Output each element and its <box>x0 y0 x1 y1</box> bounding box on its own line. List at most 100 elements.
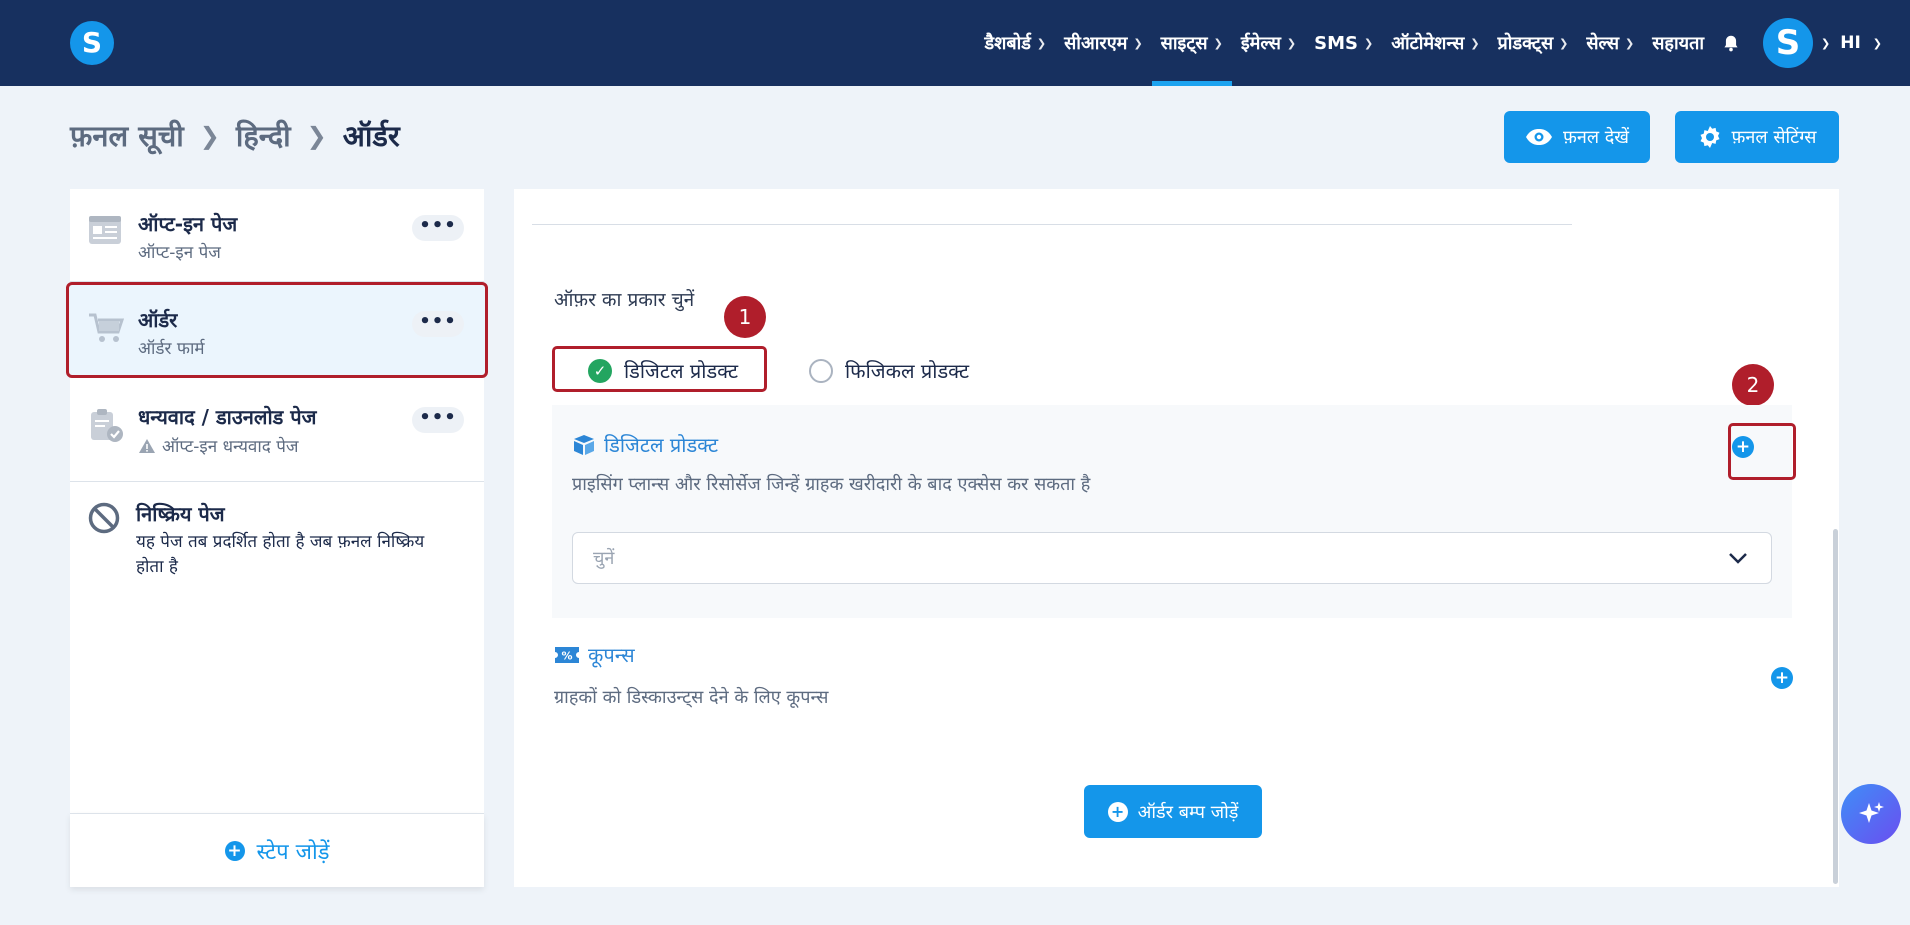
box-icon <box>574 434 594 455</box>
clipboard-check-icon <box>91 409 123 442</box>
funnel-settings-button[interactable]: फ़नल सेटिंग्स <box>1675 111 1839 163</box>
step-opt-in[interactable]: ऑप्ट-इन पेज ऑप्ट-इन पेज ••• <box>70 189 484 281</box>
scrollbar[interactable] <box>1833 529 1838 884</box>
physical-product-radio[interactable]: फिजिकल प्रोडक्ट <box>809 357 969 384</box>
cart-icon <box>89 313 124 342</box>
step-title: ऑर्डर <box>138 308 178 332</box>
section-title-text: डिजिटल प्रोडक्ट <box>604 433 719 457</box>
order-settings-panel: ऑफ़र का प्रकार चुनें 1 ✓ डिजिटल प्रोडक्ट… <box>514 189 1839 887</box>
add-step-label: स्टेप जोड़ें <box>256 839 330 865</box>
coupons-title-text: कूपन्स <box>588 643 635 667</box>
nav-item-sites[interactable]: साइट्स ❯ <box>1151 0 1232 86</box>
breadcrumb-current: ऑर्डर <box>342 119 400 153</box>
radio-unchecked-icon <box>809 358 833 383</box>
digital-product-select[interactable]: चुनें <box>572 532 1772 584</box>
nav-label: ईमेल्स <box>1240 33 1281 54</box>
top-navigation-bar: S डैशबोर्ड ❯ सीआरएम ❯ साइट्स ❯ ईमेल्स ❯ SMS ❯… <box>0 0 1910 86</box>
ban-icon <box>88 502 120 534</box>
step-title: धन्यवाद / डाउनलोड पेज <box>138 405 317 429</box>
divider <box>532 224 1572 225</box>
language-selector[interactable]: HI ❯ <box>1840 33 1882 53</box>
add-coupon-button[interactable]: + <box>1771 667 1793 689</box>
step-title: ऑप्ट-इन पेज <box>138 212 238 236</box>
add-order-bump-label: ऑर्डर बम्प जोड़ें <box>1137 801 1239 823</box>
chevron-down-icon: ❯ <box>1559 36 1569 50</box>
coupon-icon: % <box>555 646 579 663</box>
chevron-down-icon[interactable]: ❯ <box>1821 37 1830 50</box>
gear-icon <box>1700 126 1720 148</box>
ai-assistant-button[interactable] <box>1841 784 1901 844</box>
step-subtitle-row: ऑप्ट-इन धन्यवाद पेज <box>138 434 299 457</box>
eye-icon <box>1525 129 1552 145</box>
chevron-down-icon <box>1729 553 1747 564</box>
step-subtitle: ऑप्ट-इन धन्यवाद पेज <box>162 437 299 457</box>
nav-item-crm[interactable]: सीआरएम ❯ <box>1055 0 1152 86</box>
nav-label: डैशबोर्ड <box>984 33 1031 54</box>
chevron-down-icon: ❯ <box>1470 36 1480 50</box>
view-funnel-button[interactable]: फ़नल देखें <box>1504 111 1650 163</box>
nav-label: प्रोडक्ट्स <box>1497 33 1554 54</box>
notifications-button[interactable] <box>1713 0 1749 86</box>
funnel-steps-sidebar: ऑप्ट-इन पेज ऑप्ट-इन पेज ••• ऑर्डर ऑर्डर … <box>66 189 488 887</box>
app-logo[interactable]: S <box>70 21 114 65</box>
nav-item-sales[interactable]: सेल्स ❯ <box>1577 0 1643 86</box>
bell-icon <box>1724 35 1738 52</box>
plus-circle-icon: + <box>1107 801 1128 822</box>
nav-label: सहायता <box>1652 33 1704 54</box>
page-layout-icon <box>89 216 121 244</box>
step-title: निष्क्रिय पेज <box>136 502 225 526</box>
step-subtitle: ऑर्डर फार्म <box>138 339 205 359</box>
chevron-down-icon: ❯ <box>1213 36 1223 50</box>
funnel-settings-label: फ़नल सेटिंग्स <box>1731 127 1817 148</box>
coupons-description: ग्राहकों को डिस्काउन्ट्स देने के लिए कूप… <box>554 687 829 708</box>
add-order-bump-button[interactable]: + ऑर्डर बम्प जोड़ें <box>1084 785 1262 838</box>
add-step-button[interactable]: + स्टेप जोड़ें <box>70 813 484 887</box>
view-funnel-label: फ़नल देखें <box>1562 127 1630 148</box>
user-avatar[interactable]: S <box>1763 18 1813 68</box>
step-thank-you[interactable]: धन्यवाद / डाउनलोड पेज ऑप्ट-इन धन्यवाद पे… <box>70 383 484 475</box>
nav-label: साइट्स <box>1160 33 1208 54</box>
chevron-down-icon: ❯ <box>1133 36 1143 50</box>
step-desc-line1: यह पेज तब प्रदर्शित होता है जब फ़नल निष्… <box>136 532 425 552</box>
step-subtitle: ऑप्ट-इन पेज <box>138 243 221 263</box>
nav-item-dashboard[interactable]: डैशबोर्ड ❯ <box>975 0 1055 86</box>
breadcrumb: फ़नल सूची ❯ हिन्दी ❯ ऑर्डर <box>70 116 400 155</box>
physical-product-label: फिजिकल प्रोडक्ट <box>845 359 970 383</box>
digital-product-radio[interactable]: ✓ डिजिटल प्रोडक्ट <box>588 357 738 384</box>
chevron-down-icon: ❯ <box>1625 36 1635 50</box>
main-nav: डैशबोर्ड ❯ सीआरएम ❯ साइट्स ❯ ईमेल्स ❯ SMS ❯ ऑ… <box>975 0 1882 86</box>
digital-product-section: डिजिटल प्रोडक्ट प्राइसिंग प्लान्स और रिस… <box>552 405 1792 618</box>
nav-item-emails[interactable]: ईमेल्स ❯ <box>1232 0 1305 86</box>
digital-product-label: डिजिटल प्रोडक्ट <box>624 359 739 383</box>
step-menu-button[interactable]: ••• <box>412 215 464 241</box>
nav-label: ऑटोमेशन्स <box>1391 33 1465 54</box>
nav-item-products[interactable]: प्रोडक्ट्स ❯ <box>1489 0 1578 86</box>
chevron-down-icon: ❯ <box>1286 36 1297 50</box>
nav-label: सीआरएम <box>1064 33 1128 54</box>
svg-text:%: % <box>561 649 572 662</box>
breadcrumb-funnel-list[interactable]: फ़नल सूची <box>70 116 184 155</box>
check-circle-icon: ✓ <box>588 358 612 383</box>
offer-type-label: ऑफ़र का प्रकार चुनें <box>554 289 695 311</box>
step-order[interactable]: ऑर्डर ऑर्डर फार्म ••• <box>70 282 484 378</box>
nav-label: सेल्स <box>1586 33 1620 54</box>
nav-item-sms[interactable]: SMS ❯ <box>1305 0 1382 86</box>
step-menu-button[interactable]: ••• <box>412 407 464 433</box>
nav-item-help[interactable]: सहायता <box>1643 0 1713 86</box>
breadcrumb-funnel[interactable]: हिन्दी <box>236 116 291 155</box>
add-product-highlight <box>1728 423 1796 480</box>
warning-icon <box>139 438 155 453</box>
digital-product-description: प्राइसिंग प्लान्स और रिसोर्सेज जिन्हें ग… <box>572 474 1091 495</box>
nav-item-automations[interactable]: ऑटोमेशन्स ❯ <box>1382 0 1488 86</box>
digital-product-title: डिजिटल प्रोडक्ट <box>572 431 718 458</box>
chevron-right-icon: ❯ <box>199 121 220 150</box>
step-menu-button[interactable]: ••• <box>412 311 464 337</box>
chevron-down-icon: ❯ <box>1872 36 1882 50</box>
chevron-down-icon: ❯ <box>1363 36 1374 50</box>
plus-circle-icon: + <box>224 840 245 861</box>
nav-label: SMS <box>1314 32 1358 54</box>
step-inactive-page[interactable]: निष्क्रिय पेज यह पेज तब प्रदर्शित होता ह… <box>70 482 484 592</box>
chevron-right-icon: ❯ <box>306 121 327 150</box>
step-desc-line2: होता है <box>136 557 178 577</box>
annotation-badge-2: 2 <box>1732 364 1774 406</box>
